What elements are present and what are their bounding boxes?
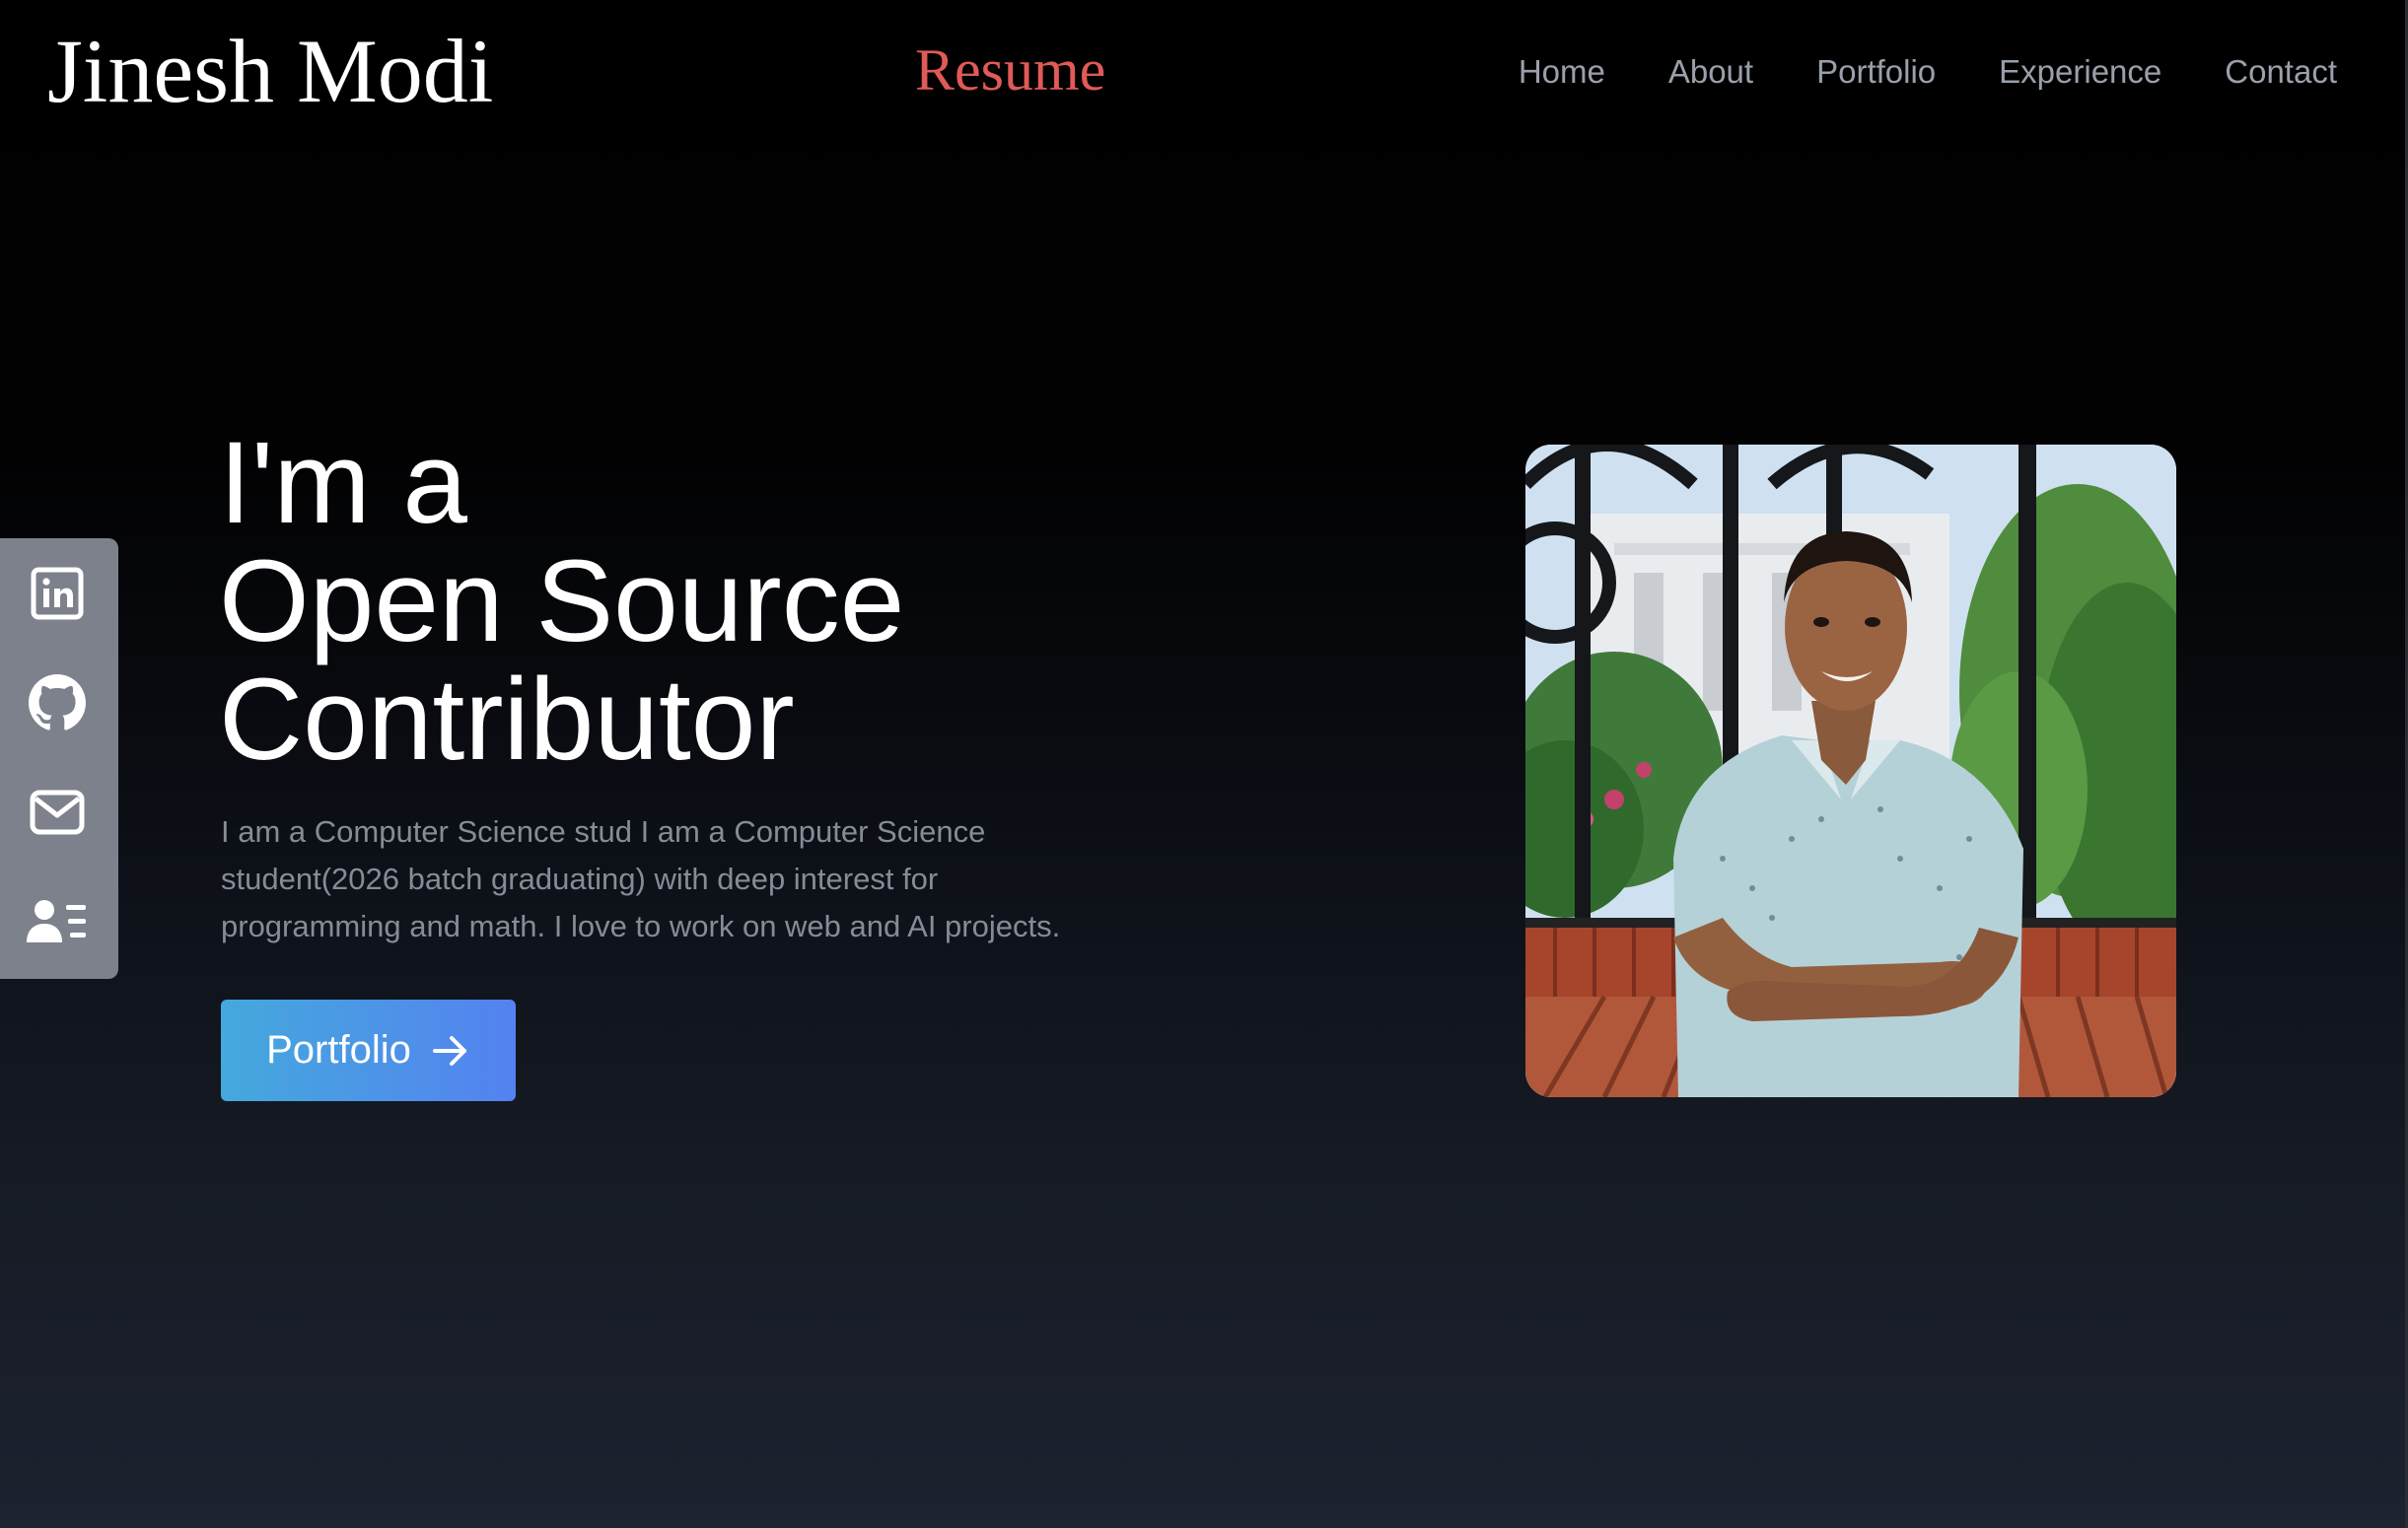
profile-photo	[1525, 445, 2176, 1097]
main-nav: Home About Portfolio Experience Contact	[1519, 51, 2337, 93]
portfolio-button[interactable]: Portfolio	[221, 1000, 516, 1101]
hero-title: I'm a Open Source Contributor	[219, 424, 904, 779]
site-logo[interactable]: Jinesh Modi	[47, 22, 493, 120]
nav-portfolio[interactable]: Portfolio	[1816, 51, 1936, 93]
user-card-icon	[27, 900, 86, 942]
github-icon	[29, 674, 86, 730]
hero-description: I am a Computer Science stud I am a Comp…	[221, 814, 1061, 943]
resume-card-link[interactable]	[26, 890, 89, 953]
portfolio-button-label: Portfolio	[266, 1028, 411, 1072]
social-sidebar	[0, 538, 118, 979]
nav-about[interactable]: About	[1668, 51, 1753, 93]
hero-title-line-3: Contributor	[219, 655, 795, 785]
email-link[interactable]	[26, 781, 89, 844]
nav-home[interactable]: Home	[1519, 51, 1605, 93]
hero-title-line-2: Open Source	[219, 536, 905, 666]
profile-photo-illustration	[1525, 445, 2176, 1097]
nav-contact[interactable]: Contact	[2225, 51, 2337, 93]
arrow-right-icon	[432, 1035, 466, 1066]
nav-experience[interactable]: Experience	[1999, 51, 2161, 93]
github-link[interactable]	[26, 671, 89, 734]
linkedin-icon	[31, 567, 84, 620]
site-header: Jinesh Modi Resume Home About Portfolio …	[0, 0, 2408, 148]
linkedin-link[interactable]	[26, 562, 89, 625]
mail-icon	[30, 790, 85, 835]
hero-title-line-1: I'm a	[219, 418, 468, 548]
resume-link[interactable]: Resume	[915, 35, 1105, 104]
